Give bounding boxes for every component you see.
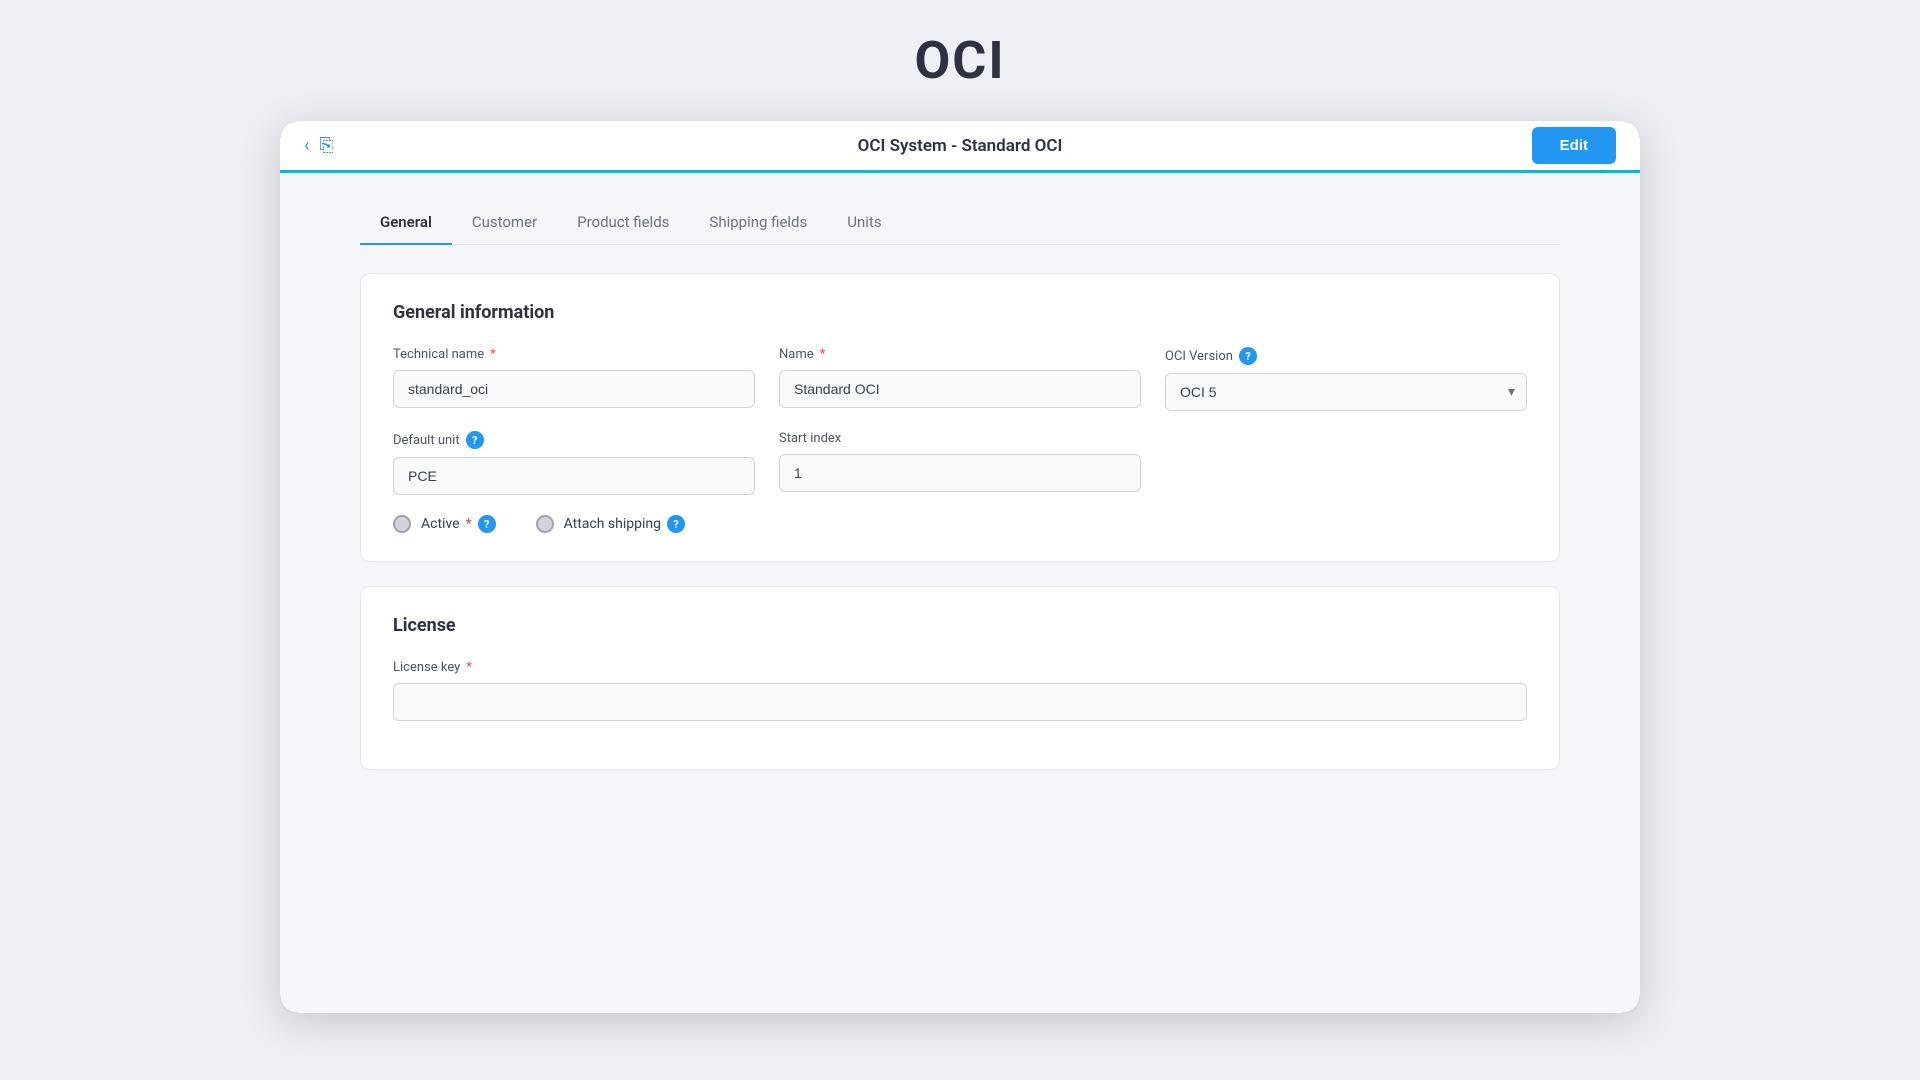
oci-version-select-wrapper: OCI 5 OCI 4 OCI 3 ▾	[1165, 373, 1527, 411]
technical-name-required: *	[490, 347, 496, 362]
browser-frame: ‹ ⎘ OCI System - Standard OCI Edit Gener…	[280, 121, 1640, 1013]
oci-version-select[interactable]: OCI 5 OCI 4 OCI 3	[1165, 373, 1527, 411]
name-input[interactable]	[779, 370, 1141, 408]
default-unit-label: Default unit ?	[393, 431, 755, 449]
default-unit-group: Default unit ?	[393, 431, 755, 495]
copy-icon[interactable]: ⎘	[319, 135, 333, 156]
tab-units[interactable]: Units	[827, 201, 901, 245]
license-key-group: License key *	[393, 660, 1527, 721]
general-information-card: General information Technical name * Nam…	[360, 273, 1560, 562]
attach-shipping-toggle[interactable]	[536, 515, 554, 533]
name-required: *	[820, 347, 826, 362]
tab-general[interactable]: General	[360, 201, 452, 245]
license-key-input[interactable]	[393, 683, 1527, 721]
active-toggle[interactable]	[393, 515, 411, 533]
oci-version-label: OCI Version ?	[1165, 347, 1527, 365]
browser-content: General Customer Product fields Shipping…	[280, 173, 1640, 1013]
browser-header: ‹ ⎘ OCI System - Standard OCI Edit	[280, 121, 1640, 173]
default-unit-help-icon[interactable]: ?	[466, 431, 484, 449]
active-required: *	[466, 516, 472, 532]
technical-name-label: Technical name *	[393, 347, 755, 362]
active-help-icon[interactable]: ?	[478, 515, 496, 533]
browser-title: OCI System - Standard OCI	[858, 136, 1063, 156]
oci-version-help-icon[interactable]: ?	[1239, 347, 1257, 365]
tab-customer[interactable]: Customer	[452, 201, 557, 245]
tab-product-fields[interactable]: Product fields	[557, 201, 689, 245]
oci-version-group: OCI Version ? OCI 5 OCI 4 OCI 3 ▾	[1165, 347, 1527, 411]
toggle-row: Active * ? Attach shipping ?	[393, 515, 1527, 533]
tab-shipping-fields[interactable]: Shipping fields	[689, 201, 827, 245]
license-form-row: License key *	[393, 660, 1527, 721]
license-card: License License key *	[360, 586, 1560, 770]
license-title: License	[393, 615, 1527, 636]
name-label: Name *	[779, 347, 1141, 362]
active-toggle-group: Active * ?	[393, 515, 496, 533]
start-index-group: Start index	[779, 431, 1141, 495]
inner-content: General Customer Product fields Shipping…	[280, 173, 1640, 822]
attach-shipping-label: Attach shipping ?	[564, 515, 685, 533]
back-button[interactable]: ‹	[304, 135, 309, 156]
technical-name-group: Technical name *	[393, 347, 755, 411]
license-key-label: License key *	[393, 660, 1527, 675]
form-row-2: Default unit ? Start index	[393, 431, 1527, 495]
attach-shipping-toggle-group: Attach shipping ?	[536, 515, 685, 533]
active-label: Active * ?	[421, 515, 496, 533]
start-index-input[interactable]	[779, 454, 1141, 492]
technical-name-input[interactable]	[393, 370, 755, 408]
name-group: Name *	[779, 347, 1141, 411]
form-row-1: Technical name * Name *	[393, 347, 1527, 411]
attach-shipping-help-icon[interactable]: ?	[667, 515, 685, 533]
tabs-bar: General Customer Product fields Shipping…	[360, 201, 1560, 245]
start-index-label: Start index	[779, 431, 1141, 446]
license-key-required: *	[466, 660, 472, 675]
spacer-group	[1165, 431, 1527, 495]
default-unit-input[interactable]	[393, 457, 755, 495]
edit-button[interactable]: Edit	[1532, 127, 1616, 164]
general-information-title: General information	[393, 302, 1527, 323]
page-title: OCI	[914, 30, 1005, 91]
